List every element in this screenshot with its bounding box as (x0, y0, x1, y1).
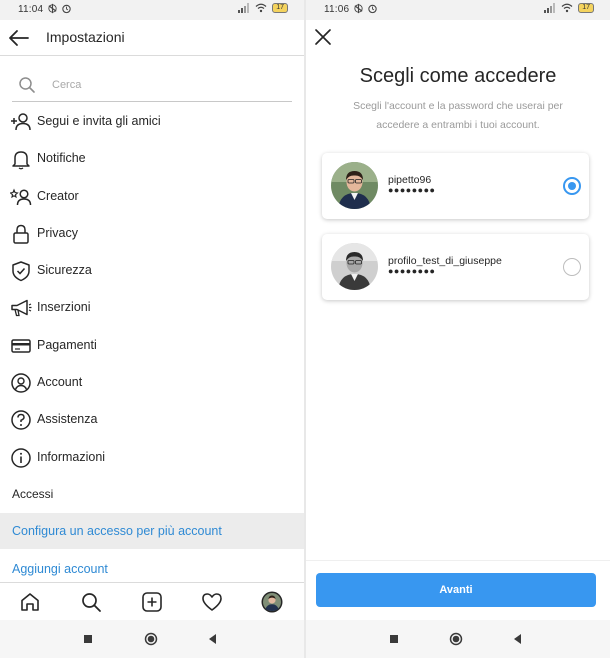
settings-menu: Segui e invita gli amici Notifiche Creat… (0, 103, 304, 476)
wifi-icon (561, 3, 573, 13)
section-title-logins: Accessi (12, 487, 54, 501)
account-avatar (331, 162, 378, 209)
megaphone-icon (11, 300, 32, 317)
add-post-icon[interactable] (141, 591, 163, 613)
menu-item-info[interactable]: Informazioni (0, 439, 304, 476)
shield-icon (12, 261, 30, 282)
close-icon[interactable] (314, 28, 332, 46)
menu-label: Privacy (37, 225, 78, 240)
home-button-icon[interactable] (449, 632, 463, 646)
account-password-mask: ●●●●●●●● (388, 266, 436, 276)
menu-label: Assistenza (37, 412, 98, 427)
recents-icon[interactable] (81, 632, 95, 646)
bell-icon (12, 151, 30, 170)
menu-label: Inserzioni (37, 300, 91, 315)
wifi-icon (255, 3, 267, 13)
add-account-link[interactable]: Aggiungi account (0, 551, 304, 581)
signal-icon (544, 3, 556, 13)
page-title: Scegli come accedere (359, 65, 557, 87)
menu-item-security[interactable]: Sicurezza (0, 252, 304, 289)
account-password-mask: ●●●●●●●● (388, 185, 436, 195)
home-icon[interactable] (19, 591, 41, 613)
menu-label: Informazioni (37, 449, 106, 464)
page-subtitle: Scegli l'account e la password che usera… (353, 100, 563, 131)
add-person-icon (11, 113, 31, 131)
alarm-icon (368, 4, 377, 14)
settings-header: Impostazioni (0, 20, 304, 56)
account-radio-selected[interactable] (563, 177, 581, 195)
account-radio-unselected[interactable] (563, 258, 581, 276)
link-label: Configura un accesso per più account (12, 524, 222, 538)
menu-item-notifications[interactable]: Notifiche (0, 140, 304, 177)
link-label: Aggiungi account (12, 562, 108, 576)
bottom-tab-bar (0, 582, 304, 620)
account-option-2[interactable]: profilo_test_di_giuseppe ●●●●●●●● (322, 234, 589, 300)
info-icon (11, 447, 31, 468)
mute-icon (354, 3, 363, 14)
next-button[interactable]: Avanti (316, 573, 596, 607)
menu-item-creator[interactable]: Creator (0, 178, 304, 215)
back-button-icon[interactable] (206, 632, 220, 646)
status-time: 11:06 (324, 4, 350, 15)
menu-item-privacy[interactable]: Privacy (0, 215, 304, 252)
android-nav-bar (306, 620, 610, 658)
signal-icon (238, 3, 250, 13)
choose-login-screen: 11:06 17 Scegli come accedere Scegli l'a… (306, 0, 610, 658)
account-avatar (331, 243, 378, 290)
heart-icon[interactable] (201, 591, 223, 613)
search-placeholder: Cerca (52, 79, 82, 91)
search-icon (19, 77, 35, 93)
menu-item-account[interactable]: Account (0, 364, 304, 401)
android-nav-bar (0, 620, 304, 658)
settings-screen: 11:04 17 Impostazioni Cerca Segui e invi… (0, 0, 304, 658)
status-bar: 11:04 17 (0, 0, 304, 20)
page-title: Impostazioni (46, 29, 125, 45)
menu-label: Creator (37, 188, 79, 203)
menu-label: Sicurezza (37, 263, 92, 278)
menu-label: Account (37, 375, 83, 390)
mute-icon (48, 3, 57, 14)
menu-item-payments[interactable]: Pagamenti (0, 327, 304, 364)
back-arrow-icon[interactable] (8, 28, 30, 48)
configure-multi-account-login-link[interactable]: Configura un accesso per più account (0, 513, 304, 549)
card-icon (11, 339, 31, 353)
account-icon (11, 373, 31, 393)
help-icon (11, 410, 31, 431)
search-input[interactable]: Cerca (12, 72, 292, 102)
menu-label: Segui e invita gli amici (37, 114, 161, 128)
menu-item-help[interactable]: Assistenza (0, 401, 304, 438)
alarm-icon (62, 4, 71, 14)
search-icon[interactable] (80, 591, 102, 613)
back-button-icon[interactable] (511, 632, 525, 646)
profile-avatar[interactable] (261, 591, 283, 613)
menu-item-follow-invite[interactable]: Segui e invita gli amici (0, 103, 304, 140)
status-time: 11:04 (18, 4, 44, 15)
footer-divider (306, 560, 610, 561)
status-bar: 11:06 17 (306, 0, 610, 20)
creator-icon (10, 188, 32, 205)
lock-icon (13, 224, 29, 244)
battery-icon: 17 (578, 3, 594, 13)
battery-icon: 17 (272, 3, 288, 13)
recents-icon[interactable] (387, 632, 401, 646)
menu-label: Pagamenti (37, 337, 97, 352)
menu-item-ads[interactable]: Inserzioni (0, 289, 304, 326)
home-button-icon[interactable] (144, 632, 158, 646)
account-option-1[interactable]: pipetto96 ●●●●●●●● (322, 153, 589, 219)
menu-label: Notifiche (37, 151, 86, 166)
